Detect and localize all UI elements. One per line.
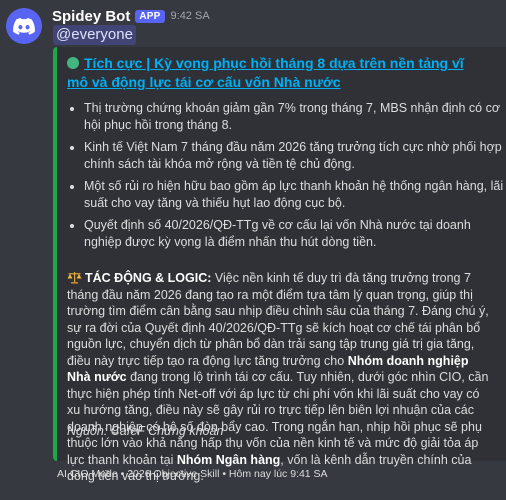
list-item: Kinh tế Việt Nam 7 tháng đầu năm 2026 tă… (84, 139, 504, 172)
embed-footer: AI CIO Mode • 2026 Objective Skill • Hôm… (57, 468, 328, 480)
list-item: Quyết định số 40/2026/QĐ-TTg về cơ cấu l… (84, 217, 504, 250)
message-header: Spidey Bot APP 9:42 SA (52, 7, 210, 25)
green-circle-icon (67, 57, 79, 69)
bot-name[interactable]: Spidey Bot (52, 8, 130, 25)
everyone-mention[interactable]: @everyone (53, 25, 136, 45)
list-item: Thị trường chứng khoán giảm gần 7% trong… (84, 100, 504, 133)
app-badge: APP (135, 9, 165, 23)
bot-avatar[interactable] (6, 8, 42, 44)
embed-title-link[interactable]: Tích cực | Kỳ vọng phục hồi tháng 8 dựa … (67, 54, 487, 92)
impact-heading: TÁC ĐỘNG & LOGIC: (85, 271, 212, 285)
embed-title-text: Tích cực | Kỳ vọng phục hồi tháng 8 dựa … (67, 55, 464, 90)
source-text: Nguồn: CafeF Chứng khoán (67, 424, 224, 438)
impact-bold-2: Nhóm Ngân hàng (176, 452, 281, 467)
scales-icon (67, 272, 82, 284)
news-embed: Tích cực | Kỳ vọng phục hồi tháng 8 dựa … (53, 47, 506, 483)
discord-logo-icon (13, 17, 35, 35)
message-timestamp[interactable]: 9:42 SA (171, 10, 210, 22)
impact-paragraph: TÁC ĐỘNG & LOGIC: Việc nền kinh tế duy t… (67, 270, 495, 485)
summary-list: Thị trường chứng khoán giảm gần 7% trong… (67, 100, 504, 256)
list-item: Một số rủi ro hiện hữu bao gồm áp lực th… (84, 178, 504, 211)
